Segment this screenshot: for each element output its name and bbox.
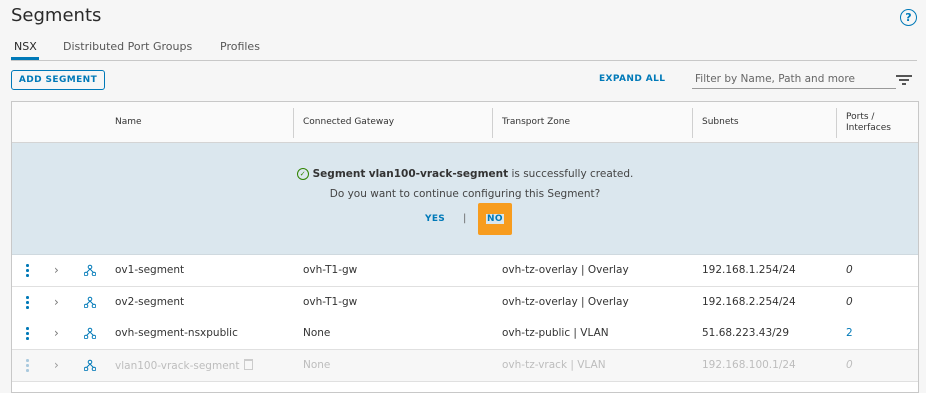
tab-nsx[interactable]: NSX [14, 40, 37, 53]
chevron-right-icon[interactable]: › [54, 326, 59, 340]
ports-count: 0 [846, 264, 853, 276]
ports-count-link[interactable]: 2 [846, 327, 853, 339]
grid-header: Name Connected Gateway Transport Zone Su… [12, 102, 918, 143]
success-check-icon: ✓ [296, 168, 309, 180]
chevron-right-icon[interactable]: › [54, 263, 59, 277]
chevron-right-icon[interactable]: › [54, 358, 59, 372]
filter-input[interactable] [692, 70, 896, 89]
tab-bar: NSX Distributed Port Groups Profiles [11, 38, 917, 61]
transport-zone: ovh-tz-overlay | Overlay [502, 264, 629, 276]
kebab-menu-icon[interactable] [26, 358, 29, 372]
transport-zone: ovh-tz-vrack | VLAN [502, 359, 606, 371]
success-banner: ✓ Segment vlan100-vrack-segment is succes… [12, 143, 918, 255]
add-segment-button[interactable]: ADD SEGMENT [11, 70, 105, 90]
column-header-transport-zone[interactable]: Transport Zone [502, 117, 570, 127]
subnets: 192.168.1.254/24 [702, 264, 796, 276]
connected-gateway: None [303, 359, 331, 371]
kebab-menu-icon[interactable] [26, 263, 29, 277]
segment-name[interactable]: vlan100-vrack-segment [115, 359, 254, 372]
page-title: Segments [11, 5, 102, 26]
table-row[interactable]: › ov1-segment ovh-T1-gw ovh-tz-overlay |… [12, 255, 918, 287]
subnets: 192.168.100.1/24 [702, 359, 796, 371]
segment-icon [84, 327, 96, 339]
transport-zone: ovh-tz-public | VLAN [502, 327, 609, 339]
active-tab-indicator [11, 57, 39, 60]
segment-icon [84, 264, 96, 276]
expand-all-button[interactable]: EXPAND ALL [599, 74, 665, 84]
table-row[interactable]: › vlan100-vrack-segment None ovh-tz-vrac… [12, 350, 918, 382]
continue-question: Do you want to continue configuring this… [329, 188, 601, 200]
ports-count: 0 [846, 296, 853, 308]
kebab-menu-icon[interactable] [26, 295, 29, 309]
segment-name[interactable]: ov2-segment [115, 296, 184, 308]
connected-gateway: ovh-T1-gw [303, 296, 358, 308]
column-header-name[interactable]: Name [115, 117, 142, 127]
connected-gateway: None [303, 327, 331, 339]
success-message: ✓ Segment vlan100-vrack-segment is succes… [12, 168, 918, 180]
transport-zone: ovh-tz-overlay | Overlay [502, 296, 629, 308]
filter-icon[interactable] [896, 74, 912, 85]
column-header-subnets[interactable]: Subnets [702, 117, 739, 127]
trash-icon [244, 359, 254, 370]
tab-distributed-port-groups[interactable]: Distributed Port Groups [63, 40, 192, 53]
segment-icon [84, 359, 96, 371]
table-row[interactable]: › ovh-segment-nsxpublic None ovh-tz-publ… [12, 318, 918, 350]
ports-count: 0 [846, 359, 853, 371]
chevron-right-icon[interactable]: › [54, 295, 59, 309]
segments-datagrid: Name Connected Gateway Transport Zone Su… [11, 101, 919, 393]
table-row[interactable]: › ov2-segment ovh-T1-gw ovh-tz-overlay |… [12, 287, 918, 319]
separator: | [463, 213, 467, 224]
tab-profiles[interactable]: Profiles [220, 40, 260, 53]
segment-name[interactable]: ov1-segment [115, 264, 184, 276]
no-button[interactable]: NO [486, 214, 504, 224]
column-header-gateway[interactable]: Connected Gateway [303, 117, 394, 127]
help-icon[interactable]: ? [900, 9, 917, 26]
created-segment-name: vlan100-vrack-segment [368, 168, 509, 180]
yes-button[interactable]: YES [425, 214, 445, 224]
connected-gateway: ovh-T1-gw [303, 264, 358, 276]
segment-name[interactable]: ovh-segment-nsxpublic [115, 327, 238, 339]
subnets: 51.68.223.43/29 [702, 327, 790, 339]
subnets: 192.168.2.254/24 [702, 296, 796, 308]
kebab-menu-icon[interactable] [26, 326, 29, 340]
segment-icon [84, 296, 96, 308]
column-header-ports[interactable]: Ports / Interfaces [846, 112, 891, 134]
